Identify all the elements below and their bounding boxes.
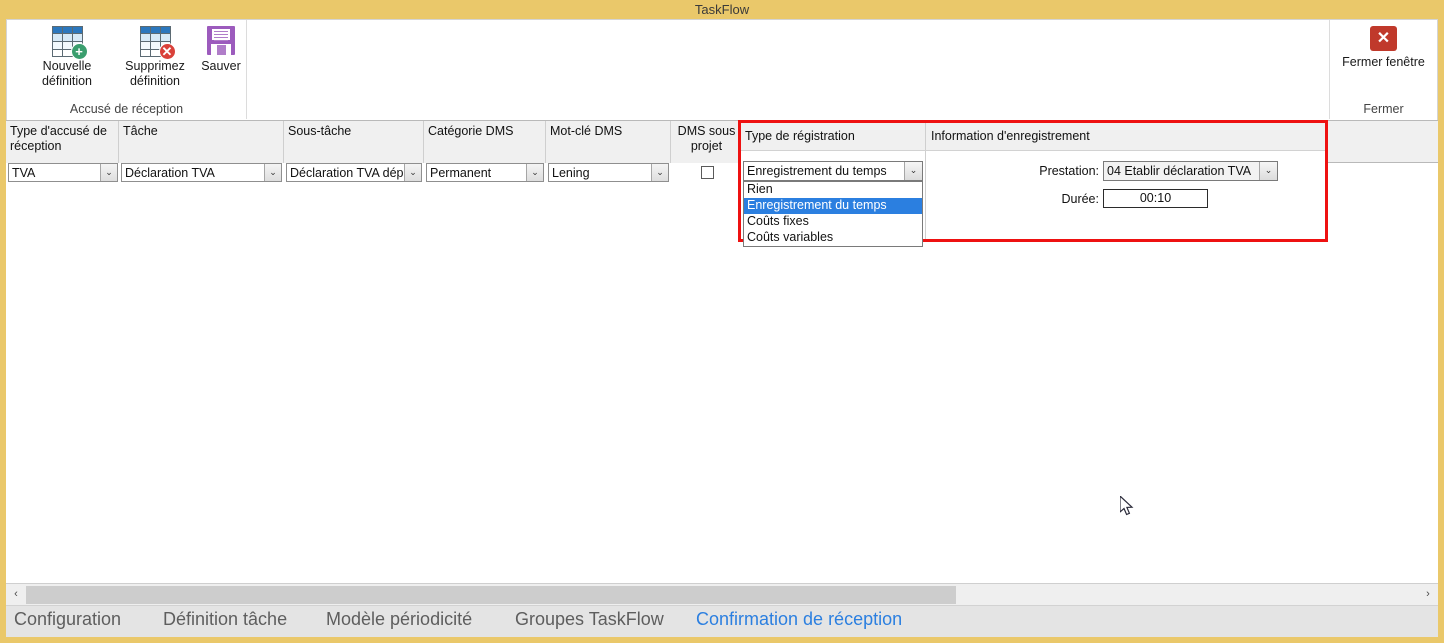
cell-categorie-dms[interactable]: Permanent ⌄ — [426, 163, 544, 185]
column-header-tache[interactable]: Tâche — [119, 121, 284, 163]
sous-tache-value: Déclaration TVA dépo — [290, 166, 411, 180]
tache-combo[interactable]: Déclaration TVA ⌄ — [121, 163, 282, 182]
new-definition-label-line2: définition — [41, 74, 93, 88]
close-window-button[interactable]: ✕ Fermer fenêtre — [1330, 26, 1437, 70]
dropdown-option-enregistrement-du-temps[interactable]: Enregistrement du temps — [744, 198, 922, 214]
scrollbar-thumb[interactable] — [26, 586, 956, 604]
ribbon-group-label-fermer: Fermer — [1363, 102, 1404, 116]
chevron-down-icon[interactable]: ⌄ — [1259, 162, 1277, 180]
table-add-icon: + — [51, 26, 88, 60]
cell-dms-sous-projet[interactable] — [671, 163, 743, 185]
categorie-dms-value: Permanent — [430, 166, 492, 180]
new-definition-button[interactable]: + Nouvelle définition — [25, 26, 109, 89]
delete-definition-label-line1: Supprimez — [125, 59, 185, 73]
sous-tache-combo[interactable]: Déclaration TVA dépo ⌄ — [286, 163, 422, 182]
new-definition-label-line1: Nouvelle — [42, 59, 92, 73]
duree-label: Durée: — [1061, 192, 1099, 206]
delete-definition-button[interactable]: ✕ Supprimez définition — [113, 26, 197, 89]
tab-definition-tache[interactable]: Définition tâche — [163, 609, 287, 630]
header-divider — [925, 123, 926, 150]
save-button[interactable]: Sauver — [195, 26, 247, 74]
ribbon-group-label-accuse: Accusé de réception — [69, 102, 184, 116]
type-accuse-combo[interactable]: TVA ⌄ — [8, 163, 118, 182]
chevron-down-icon[interactable]: ⌄ — [404, 164, 421, 181]
tab-groupes-taskflow[interactable]: Groupes TaskFlow — [515, 609, 664, 630]
type-accuse-value: TVA — [12, 166, 36, 180]
cell-tache[interactable]: Déclaration TVA ⌄ — [121, 163, 282, 185]
type-registration-value: Enregistrement du temps — [747, 164, 887, 178]
cell-mot-cle-dms[interactable]: Lening ⌄ — [548, 163, 669, 185]
dropdown-option-rien[interactable]: Rien — [744, 182, 922, 198]
chevron-down-icon[interactable]: ⌄ — [651, 164, 668, 181]
cell-sous-tache[interactable]: Déclaration TVA dépo ⌄ — [286, 163, 422, 185]
dms-sous-projet-checkbox[interactable] — [700, 166, 714, 179]
bottom-tab-bar: Configuration Définition tâche Modèle pé… — [6, 605, 1438, 637]
column-header-mot-cle-dms[interactable]: Mot-clé DMS — [546, 121, 671, 163]
header-type-registration: Type de régistration — [745, 129, 855, 143]
table-delete-icon: ✕ — [139, 26, 176, 60]
header-information-enregistrement: Information d'enregistrement — [931, 129, 1090, 143]
column-header-sous-tache[interactable]: Sous-tâche — [284, 121, 424, 163]
horizontal-scrollbar[interactable]: ‹ › — [6, 583, 1438, 605]
cell-type-accuse[interactable]: TVA ⌄ — [8, 163, 118, 185]
close-window-label: Fermer fenêtre — [1342, 55, 1425, 69]
prestation-combo[interactable]: 04 Etablir déclaration TVA ⌄ — [1103, 161, 1278, 181]
window-title: TaskFlow — [694, 2, 750, 17]
scroll-right-arrow-icon[interactable]: › — [1419, 584, 1437, 605]
tab-configuration[interactable]: Configuration — [14, 609, 121, 630]
ribbon-group-accuse-reception: + Nouvelle définition ✕ Supprimez défini… — [7, 20, 247, 119]
prestation-value: 04 Etablir déclaration TVA — [1107, 164, 1252, 178]
tache-value: Déclaration TVA — [125, 166, 215, 180]
categorie-dms-combo[interactable]: Permanent ⌄ — [426, 163, 544, 182]
window-title-bar: TaskFlow — [0, 0, 1444, 19]
column-header-type-accuse[interactable]: Type d'accusé de réception — [6, 121, 119, 163]
prestation-label: Prestation: — [1039, 164, 1099, 178]
mot-cle-dms-combo[interactable]: Lening ⌄ — [548, 163, 669, 182]
mouse-cursor — [1120, 496, 1134, 516]
ribbon-toolbar: + Nouvelle définition ✕ Supprimez défini… — [6, 19, 1438, 120]
type-registration-combo[interactable]: Enregistrement du temps ⌄ — [743, 161, 923, 181]
type-registration-dropdown-list[interactable]: Rien Enregistrement du temps Coûts fixes… — [743, 181, 923, 247]
tab-confirmation-de-reception[interactable]: Confirmation de réception — [696, 609, 902, 630]
duree-input[interactable]: 00:10 — [1103, 189, 1208, 208]
column-header-dms-sous-projet[interactable]: DMS sous projet — [671, 121, 743, 163]
dropdown-option-couts-variables[interactable]: Coûts variables — [744, 230, 922, 246]
scroll-left-arrow-icon[interactable]: ‹ — [7, 584, 25, 605]
chevron-down-icon[interactable]: ⌄ — [904, 162, 922, 180]
registration-panel: Type de régistration Information d'enreg… — [738, 120, 1328, 247]
ribbon-group-fermer: ✕ Fermer fenêtre Fermer — [1329, 20, 1437, 119]
chevron-down-icon[interactable]: ⌄ — [264, 164, 281, 181]
panel-vertical-divider — [925, 151, 926, 239]
chevron-down-icon[interactable]: ⌄ — [526, 164, 543, 181]
chevron-down-icon[interactable]: ⌄ — [100, 164, 117, 181]
save-label: Sauver — [201, 59, 241, 73]
dropdown-option-couts-fixes[interactable]: Coûts fixes — [744, 214, 922, 230]
close-x-icon: ✕ — [1370, 26, 1397, 51]
delete-definition-label-line2: définition — [129, 74, 181, 88]
tab-modele-periodicite[interactable]: Modèle périodicité — [326, 609, 472, 630]
application-window: TaskFlow + Nouvelle définition ✕ Supprim… — [0, 0, 1444, 643]
floppy-save-icon — [207, 26, 235, 55]
column-header-categorie-dms[interactable]: Catégorie DMS — [424, 121, 546, 163]
registration-panel-header: Type de régistration Information d'enreg… — [741, 123, 1325, 151]
mot-cle-dms-value: Lening — [552, 166, 590, 180]
